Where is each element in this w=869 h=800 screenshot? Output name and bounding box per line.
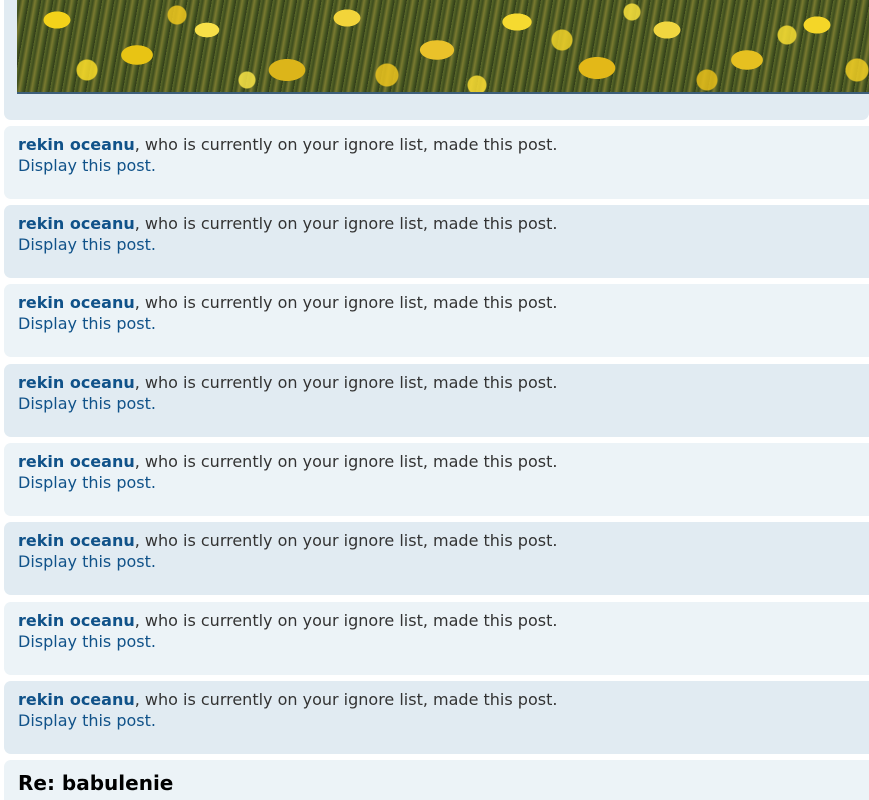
ignored-username: rekin oceanu — [18, 214, 135, 233]
ignored-post: rekin oceanu, who is currently on your i… — [4, 602, 869, 675]
post-image — [17, 0, 869, 94]
ignored-message: , who is currently on your ignore list, … — [134, 135, 558, 154]
ignored-username: rekin oceanu — [18, 611, 135, 630]
ignored-post: rekin oceanu, who is currently on your i… — [4, 284, 869, 357]
display-post-link[interactable]: Display this post. — [18, 314, 156, 333]
ignored-post: rekin oceanu, who is currently on your i… — [4, 681, 869, 754]
ignored-message: , who is currently on your ignore list, … — [134, 293, 558, 312]
ignored-post: rekin oceanu, who is currently on your i… — [4, 443, 869, 516]
ignored-notice: rekin oceanu, who is currently on your i… — [18, 610, 869, 631]
ignored-message: , who is currently on your ignore list, … — [134, 452, 558, 471]
display-post-link[interactable]: Display this post. — [18, 473, 156, 492]
display-post-link[interactable]: Display this post. — [18, 632, 156, 651]
display-post-link[interactable]: Display this post. — [18, 156, 156, 175]
ignored-username: rekin oceanu — [18, 373, 135, 392]
ignored-post: rekin oceanu, who is currently on your i… — [4, 205, 869, 278]
ignored-message: , who is currently on your ignore list, … — [134, 214, 558, 233]
ignored-post: rekin oceanu, who is currently on your i… — [4, 522, 869, 595]
ignored-post: rekin oceanu, who is currently on your i… — [4, 364, 869, 437]
post-with-image — [4, 0, 869, 120]
ignored-message: , who is currently on your ignore list, … — [134, 690, 558, 709]
ignored-notice: rekin oceanu, who is currently on your i… — [18, 213, 869, 234]
ignored-username: rekin oceanu — [18, 531, 135, 550]
flower-texture — [17, 0, 869, 92]
display-post-link[interactable]: Display this post. — [18, 552, 156, 571]
display-post-link[interactable]: Display this post. — [18, 235, 156, 254]
forum-topic-page: rekin oceanu, who is currently on your i… — [0, 0, 869, 800]
ignored-username: rekin oceanu — [18, 293, 135, 312]
ignored-notice: rekin oceanu, who is currently on your i… — [18, 530, 869, 551]
ignored-notice: rekin oceanu, who is currently on your i… — [18, 451, 869, 472]
ignored-username: rekin oceanu — [18, 452, 135, 471]
ignored-message: , who is currently on your ignore list, … — [134, 373, 558, 392]
display-post-link[interactable]: Display this post. — [18, 711, 156, 730]
ignored-username: rekin oceanu — [18, 690, 135, 709]
post-title[interactable]: Re: babulenie — [18, 770, 869, 796]
ignored-notice: rekin oceanu, who is currently on your i… — [18, 372, 869, 393]
ignored-username: rekin oceanu — [18, 135, 135, 154]
ignored-notice: rekin oceanu, who is currently on your i… — [18, 292, 869, 313]
ignored-post: rekin oceanu, who is currently on your i… — [4, 126, 869, 199]
ignored-notice: rekin oceanu, who is currently on your i… — [18, 134, 869, 155]
display-post-link[interactable]: Display this post. — [18, 394, 156, 413]
next-post: Re: babulenie — [4, 760, 869, 800]
ignored-message: , who is currently on your ignore list, … — [134, 611, 558, 630]
ignored-message: , who is currently on your ignore list, … — [134, 531, 558, 550]
ignored-notice: rekin oceanu, who is currently on your i… — [18, 689, 869, 710]
